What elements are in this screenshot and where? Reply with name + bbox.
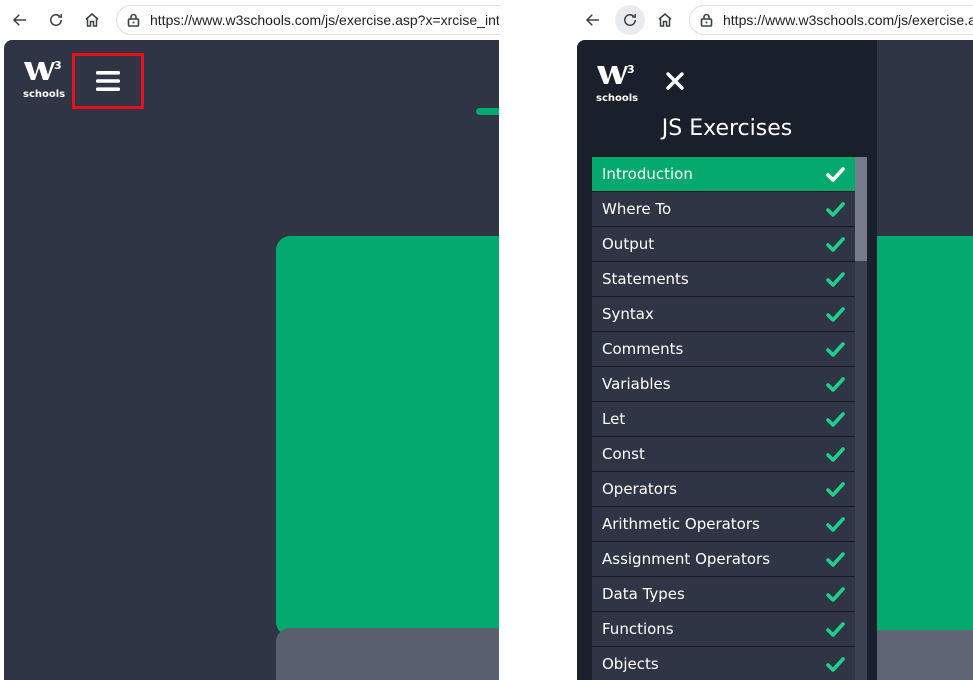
checkmark-icon: [826, 411, 845, 427]
exercise-item-variables[interactable]: Variables: [592, 367, 855, 402]
exercise-item-comments[interactable]: Comments: [592, 332, 855, 367]
sidebar-title: JS Exercises: [661, 116, 793, 141]
exercise-item-functions[interactable]: Functions: [592, 612, 855, 647]
exercise-item-operators[interactable]: Operators: [592, 472, 855, 507]
exercise-item-label: Output: [602, 235, 655, 253]
exercise-item-label: Arithmetic Operators: [602, 515, 760, 533]
exercise-item-label: Objects: [602, 655, 659, 673]
lock-icon: [127, 13, 140, 27]
exercise-item-label: Variables: [602, 375, 671, 393]
checkmark-icon: [826, 271, 845, 287]
exercise-item-label: Assignment Operators: [602, 550, 771, 568]
progress-indicator: [476, 108, 499, 115]
home-icon[interactable]: [80, 8, 104, 32]
exercise-item-data-types[interactable]: Data Types: [592, 577, 855, 612]
logo-text: schools: [596, 93, 638, 104]
url-text: https://www.w3schools.com/js/exercise.as…: [150, 12, 499, 28]
answer-panel: [875, 630, 973, 680]
exercise-item-label: Where To: [602, 200, 672, 218]
checkmark-icon: [826, 201, 845, 217]
answer-panel: [276, 628, 499, 680]
checkmark-icon: [826, 586, 845, 602]
exercise-item-label: Const: [602, 445, 645, 463]
exercise-item-label: Operators: [602, 480, 677, 498]
exercise-item-arithmetic-operators[interactable]: Arithmetic Operators: [592, 507, 855, 542]
exercise-item-syntax[interactable]: Syntax: [592, 297, 855, 332]
exercise-item-where-to[interactable]: Where To: [592, 192, 855, 227]
reload-icon[interactable]: [615, 5, 645, 35]
exercise-item-label: Let: [602, 410, 626, 428]
checkmark-icon: [826, 446, 845, 462]
exercise-item-objects[interactable]: Objects: [592, 647, 855, 680]
back-arrow-icon[interactable]: [8, 8, 32, 32]
exercise-list: Introduction Where To Output Statements …: [592, 157, 855, 680]
close-sidebar-button[interactable]: [663, 69, 687, 93]
exercise-item-assignment-operators[interactable]: Assignment Operators: [592, 542, 855, 577]
w3schools-logo[interactable]: 3 schools: [22, 58, 66, 104]
exercise-card: [875, 236, 973, 636]
home-icon[interactable]: [653, 8, 677, 32]
url-text: https://www.w3schools.com/js/exercise.as…: [723, 12, 973, 28]
hamburger-menu-icon: [96, 71, 120, 91]
exercise-item-label: Functions: [602, 620, 674, 638]
checkmark-icon: [826, 516, 845, 532]
logo-text: schools: [23, 89, 65, 100]
menu-button-highlighted[interactable]: [72, 53, 144, 109]
checkmark-icon: [826, 341, 845, 357]
browser-toolbar: https://www.w3schools.com/js/exercise.as…: [575, 0, 973, 40]
checkmark-icon: [826, 376, 845, 392]
browser-toolbar: https://www.w3schools.com/js/exercise.as…: [0, 0, 499, 40]
exercise-item-label: Syntax: [602, 305, 654, 323]
checkmark-icon: [826, 481, 845, 497]
exercise-item-label: Comments: [602, 340, 684, 358]
checkmark-icon: [826, 306, 845, 322]
w3schools-logo[interactable]: 3 schools: [595, 62, 639, 108]
checkmark-icon: [826, 621, 845, 637]
sidebar-scrollbar[interactable]: [855, 157, 867, 680]
right-screenshot: https://www.w3schools.com/js/exercise.as…: [575, 0, 973, 680]
exercise-item-statements[interactable]: Statements: [592, 262, 855, 297]
reload-icon[interactable]: [44, 8, 68, 32]
close-icon: [666, 72, 684, 90]
exercise-page: 3 schools: [4, 40, 499, 680]
checkmark-icon: [826, 236, 845, 252]
address-bar[interactable]: https://www.w3schools.com/js/exercise.as…: [689, 5, 973, 35]
exercise-item-introduction[interactable]: Introduction: [592, 157, 855, 192]
exercise-item-label: Statements: [602, 270, 689, 288]
exercises-sidebar: 3 schools JS Exercises Introduction Wher…: [577, 40, 877, 680]
checkmark-icon: [826, 551, 845, 567]
scrollbar-thumb[interactable]: [855, 157, 867, 261]
address-bar[interactable]: https://www.w3schools.com/js/exercise.as…: [116, 5, 499, 35]
exercise-item-output[interactable]: Output: [592, 227, 855, 262]
back-arrow-icon[interactable]: [581, 8, 605, 32]
exercise-item-let[interactable]: Let: [592, 402, 855, 437]
lock-icon: [700, 13, 713, 27]
checkmark-icon: [826, 656, 845, 672]
exercise-page: 3 schools JS Exercises Introduction Wher…: [577, 40, 973, 680]
exercise-item-label: Data Types: [602, 585, 685, 603]
left-screenshot: https://www.w3schools.com/js/exercise.as…: [0, 0, 499, 680]
exercise-card: [276, 236, 499, 636]
logo-superscript: 3: [54, 59, 62, 72]
exercise-item-label: Introduction: [602, 165, 693, 183]
logo-superscript: 3: [627, 63, 635, 76]
exercise-item-const[interactable]: Const: [592, 437, 855, 472]
checkmark-icon: [826, 166, 845, 182]
